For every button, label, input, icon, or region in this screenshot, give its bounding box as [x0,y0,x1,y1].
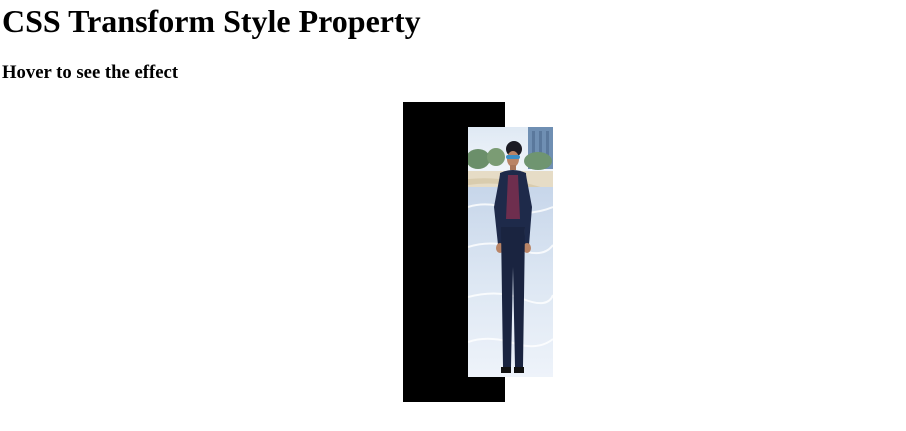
hover-instruction: Hover to see the effect [2,62,179,83]
beach-photo-image [468,127,553,377]
page-title: CSS Transform Style Property [2,3,421,39]
transformed-photo[interactable] [468,127,553,377]
